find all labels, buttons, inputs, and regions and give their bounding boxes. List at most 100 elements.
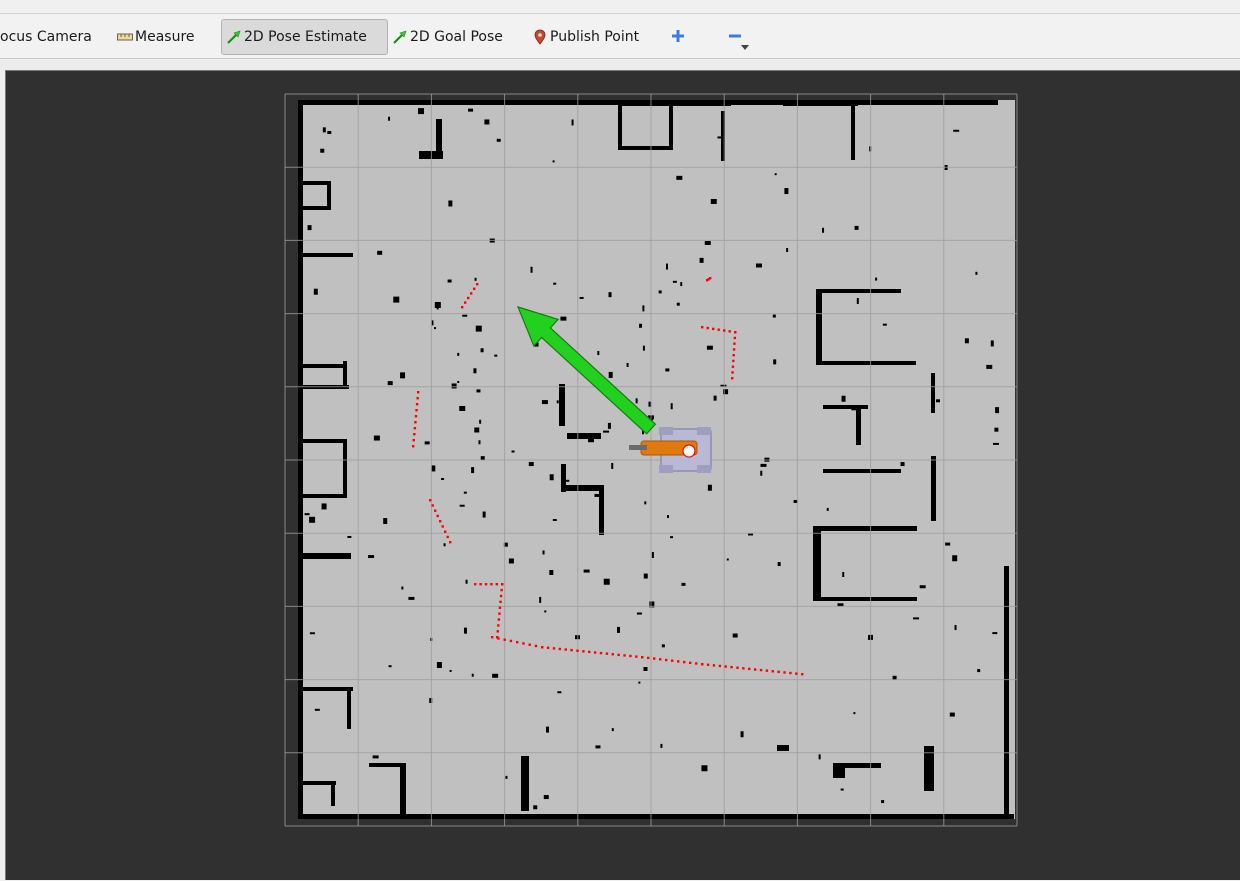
map-obstacle [492, 673, 499, 678]
laser-scan-point [473, 287, 476, 290]
map-obstacle [533, 805, 538, 810]
laser-scan-point [659, 658, 662, 661]
map-obstacle [676, 175, 683, 180]
map-obstacle [774, 173, 777, 176]
map-obstacle [309, 516, 316, 523]
laser-scan-point [732, 354, 735, 357]
laser-scan-point [446, 535, 449, 539]
map-obstacle [854, 225, 859, 230]
laser-scan-point [736, 666, 739, 669]
laser-scan-point [498, 612, 501, 615]
laser-scan-point [599, 651, 603, 655]
laser-scan-point [783, 671, 786, 674]
map-obstacle [607, 422, 611, 429]
laser-scan-point [474, 583, 477, 586]
map-obstacle [826, 507, 829, 511]
laser-scan-point [429, 499, 432, 502]
laser-scan-point [412, 439, 415, 442]
map-obstacle [639, 323, 643, 328]
laser-scan-point [635, 655, 638, 658]
minus-icon [728, 28, 742, 47]
publish-point-tool[interactable]: Publish Point [531, 19, 639, 55]
map-obstacle [321, 503, 327, 510]
laser-scan-point [582, 650, 585, 653]
map-obstacle [994, 427, 999, 432]
map-obstacle [822, 227, 825, 233]
laser-scan-point [730, 665, 733, 669]
map-obstacle [436, 662, 442, 669]
laser-scan-point [671, 659, 674, 662]
map-wall [816, 361, 916, 365]
map-wall [299, 206, 331, 210]
laser-scan-point [731, 377, 734, 380]
map-obstacle [726, 558, 729, 561]
laser-scan-point [412, 445, 415, 448]
laser-scan-point [541, 646, 544, 649]
map-obstacle [393, 296, 400, 303]
add-tool-button[interactable] [666, 19, 690, 55]
pose-estimate-tool[interactable]: 2D Pose Estimate [221, 19, 388, 55]
laser-scan-point [718, 664, 722, 668]
measure-tool[interactable]: Measure [116, 19, 195, 55]
map-obstacle [710, 198, 717, 204]
map-wall [618, 102, 622, 150]
laser-scan-point [415, 409, 418, 412]
laser-scan-point [706, 326, 709, 330]
laser-scan-point [464, 301, 467, 304]
map-obstacle [400, 372, 406, 379]
laser-scan-point [436, 514, 439, 518]
map-obstacle [706, 345, 713, 350]
map-obstacle [818, 754, 821, 760]
map-obstacle [875, 277, 878, 281]
map-obstacle [643, 666, 648, 671]
laser-scan-point [617, 653, 620, 657]
map-wall [777, 745, 789, 751]
map-wall [299, 181, 331, 185]
laser-scan-point [801, 673, 804, 676]
map-wall [669, 102, 673, 150]
laser-scan-point [470, 292, 473, 295]
map-wall [400, 763, 406, 818]
map-obstacle [670, 536, 674, 539]
laser-scan-point [732, 348, 736, 351]
laser-scan-point [709, 277, 712, 280]
laser-scan-point [414, 415, 418, 418]
map-obstacle [772, 314, 776, 318]
map-obstacle [945, 542, 951, 546]
laser-scan-point [522, 642, 525, 645]
map-obstacle [473, 368, 477, 374]
map-obstacle [541, 400, 548, 405]
laser-scan-point [742, 667, 745, 670]
map-obstacle [463, 491, 467, 494]
3d-viewport[interactable] [5, 70, 1240, 880]
map-obstacle [701, 765, 708, 772]
caret-down-icon[interactable] [741, 45, 749, 50]
map-obstacle [661, 644, 665, 648]
goal-pose-label: 2D Goal Pose [410, 29, 503, 45]
laser-scan-point [731, 371, 734, 374]
map-wall [567, 433, 601, 439]
map-obstacle [913, 617, 920, 620]
map-obstacle [755, 263, 762, 268]
laser-scan-point [467, 296, 470, 300]
goal-pose-tool[interactable]: 2D Goal Pose [391, 19, 503, 55]
robot-gripper [629, 445, 647, 450]
focus-camera-tool[interactable]: ocus Camera [0, 19, 92, 55]
laser-scan-point [479, 583, 482, 586]
map-obstacle [608, 371, 613, 378]
map-obstacle [699, 257, 704, 263]
map-wall [301, 364, 347, 368]
laser-scan-point [777, 670, 780, 674]
map-wall [816, 289, 822, 364]
ruler-icon [116, 28, 134, 46]
map-obstacle [644, 501, 647, 505]
laser-scan-point [712, 664, 716, 667]
laser-scan-point [546, 646, 550, 649]
map-obstacle [465, 579, 468, 584]
map-wall [563, 485, 603, 491]
map-obstacle [707, 484, 712, 491]
map-obstacle [651, 551, 654, 558]
map-wall [783, 102, 858, 106]
map-obstacle [990, 340, 994, 347]
map-wall [559, 384, 565, 426]
